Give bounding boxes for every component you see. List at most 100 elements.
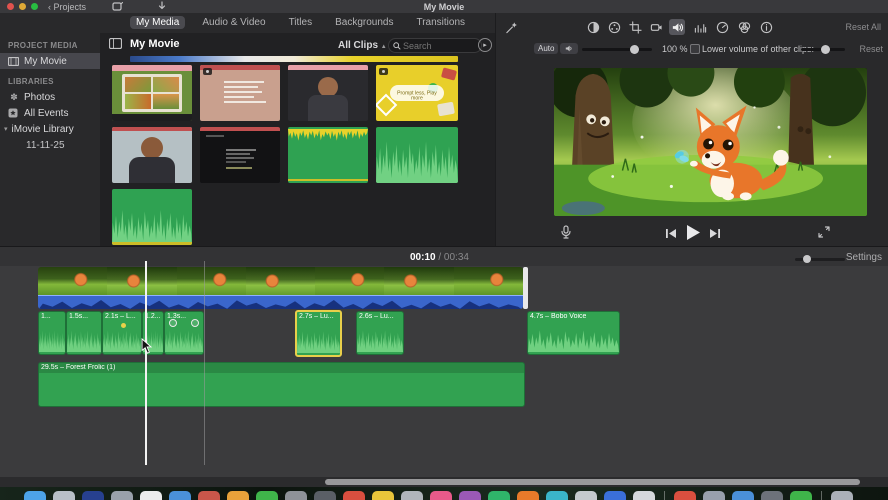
sidebar-item-my-movie[interactable]: My Movie [0, 53, 100, 69]
dock-icon[interactable] [24, 491, 46, 500]
media-thumbnail-promo[interactable]: Prompt less, Play more [376, 65, 458, 121]
auto-volume-button[interactable]: Auto [534, 43, 559, 54]
lower-volume-knob[interactable] [821, 45, 830, 54]
dock-icon[interactable] [575, 491, 597, 500]
search-field[interactable] [388, 38, 482, 53]
mute-speaker-button[interactable] [560, 43, 578, 54]
media-thumbnail-audio-yellow[interactable] [288, 127, 368, 183]
color-correction-icon[interactable] [606, 19, 622, 35]
dock-icon[interactable] [488, 491, 510, 500]
dock-icon[interactable] [790, 491, 812, 500]
libraries-sidebar: PROJECT MEDIA My Movie LIBRARIES ✽ Photo… [0, 33, 101, 246]
dock-icon[interactable] [674, 491, 696, 500]
tab-my-media[interactable]: My Media [130, 16, 186, 29]
tab-titles[interactable]: Titles [283, 16, 319, 29]
dock-icon[interactable] [256, 491, 278, 500]
color-balance-icon[interactable] [585, 19, 601, 35]
media-thumbnail-webcam-dark[interactable] [288, 65, 368, 121]
dock-icon[interactable] [111, 491, 133, 500]
search-input[interactable] [401, 39, 469, 52]
lower-volume-checkbox[interactable] [690, 44, 700, 54]
sfx-clip[interactable]: 1.3s... [164, 311, 204, 355]
speed-gauge-icon[interactable] [714, 19, 730, 35]
music-clip[interactable]: 29.5s – Forest Frolic (1) [38, 362, 525, 407]
sidebar-toggle-icon[interactable] [109, 38, 122, 49]
volume-reset-button[interactable]: Reset [859, 44, 883, 54]
dock-icon[interactable] [401, 491, 423, 500]
volume-keyframe-dot[interactable] [121, 323, 126, 328]
crop-icon[interactable] [627, 19, 643, 35]
media-thumbnail-terminal[interactable] [200, 127, 280, 183]
dock-icon[interactable] [430, 491, 452, 500]
chevron-down-icon[interactable]: ▾ [4, 125, 8, 133]
dock-icon[interactable] [761, 491, 783, 500]
tab-backgrounds[interactable]: Backgrounds [329, 16, 399, 29]
media-thumbnail-document[interactable] [200, 65, 280, 121]
dock-icon[interactable] [732, 491, 754, 500]
sfx-clip[interactable]: 2.6s – Lu... [356, 311, 404, 355]
noise-reduction-icon[interactable] [692, 19, 708, 35]
lower-volume-slider[interactable] [801, 45, 845, 54]
dock-icon[interactable] [140, 491, 162, 500]
dock-icon[interactable] [831, 491, 853, 500]
clip-end-handle[interactable] [523, 267, 528, 309]
media-thumbnail-audio-wave[interactable] [112, 189, 192, 245]
timeline-scrollbar-track[interactable] [0, 477, 888, 487]
reset-all-button[interactable]: Reset All [845, 22, 881, 32]
dock-icon[interactable] [343, 491, 365, 500]
fullscreen-expand-icon[interactable] [818, 226, 830, 238]
sfx-clip-selected[interactable]: 2.7s – Lu... [295, 310, 342, 357]
dock-icon[interactable] [53, 491, 75, 500]
media-thumbnail-audio-wave[interactable] [376, 127, 458, 183]
dock-icon[interactable] [372, 491, 394, 500]
dock-icon[interactable] [227, 491, 249, 500]
media-thumbnail-webcam-light[interactable] [112, 127, 192, 183]
clip-filter-dropdown[interactable]: All Clips ▲ [338, 40, 387, 51]
tab-transitions[interactable]: Transitions [410, 16, 471, 29]
previous-frame-button[interactable] [666, 229, 676, 238]
sidebar-item-all-events[interactable]: All Events [0, 105, 100, 121]
play-button[interactable] [686, 225, 700, 240]
timeline-zoom-knob[interactable] [803, 255, 811, 263]
dock-icon[interactable] [703, 491, 725, 500]
dock-icon[interactable] [285, 491, 307, 500]
enhance-wand-icon[interactable] [503, 19, 519, 35]
dock-icon[interactable] [517, 491, 539, 500]
sidebar-item-imovie-library[interactable]: ▾ iMovie Library [0, 121, 100, 137]
sfx-clip[interactable]: 1... [38, 311, 66, 355]
tab-audio-video[interactable]: Audio & Video [196, 16, 271, 29]
sidebar-item-photos[interactable]: ✽ Photos [0, 89, 100, 105]
sidebar-item-library-date[interactable]: 11-11-25 [0, 137, 100, 153]
dock-icon[interactable] [82, 491, 104, 500]
timeline-zoom-slider[interactable] [795, 255, 845, 263]
timeline-scrollbar-thumb[interactable] [325, 479, 860, 485]
media-thumbnail-partial[interactable] [130, 56, 458, 62]
dock-icon[interactable] [546, 491, 568, 500]
dock-icon[interactable] [633, 491, 655, 500]
dock-icon[interactable] [604, 491, 626, 500]
timeline-settings-button[interactable]: Settings [846, 252, 882, 263]
sfx-clip[interactable]: 2.1s – L... [102, 311, 142, 355]
media-thumbnail-screen-collage[interactable] [112, 65, 192, 121]
dock-icon[interactable] [459, 491, 481, 500]
stabilization-icon[interactable] [648, 19, 664, 35]
clip-filters-icon[interactable] [736, 19, 752, 35]
volume-slider[interactable] [582, 45, 652, 54]
volume-icon[interactable] [669, 19, 685, 35]
dock-icon[interactable] [314, 491, 336, 500]
browser-options-button[interactable]: ▸ [478, 38, 492, 52]
sfx-clip[interactable]: 1.5s... [66, 311, 102, 355]
fade-handle[interactable] [169, 319, 177, 327]
dock-icon[interactable] [198, 491, 220, 500]
fade-handle[interactable] [191, 319, 199, 327]
filmstrip-frame [245, 267, 316, 295]
dock-icon[interactable] [169, 491, 191, 500]
voiceover-clip[interactable]: 4.7s – Bobo Voice [527, 311, 620, 355]
volume-slider-knob[interactable] [630, 45, 639, 54]
promo-text: Prompt less, Play more [397, 90, 437, 102]
next-frame-button[interactable] [710, 229, 720, 238]
playhead[interactable] [145, 261, 147, 465]
clip-info-icon[interactable] [758, 19, 774, 35]
record-voiceover-mic-icon[interactable] [560, 225, 572, 240]
video-clip[interactable] [38, 267, 523, 309]
